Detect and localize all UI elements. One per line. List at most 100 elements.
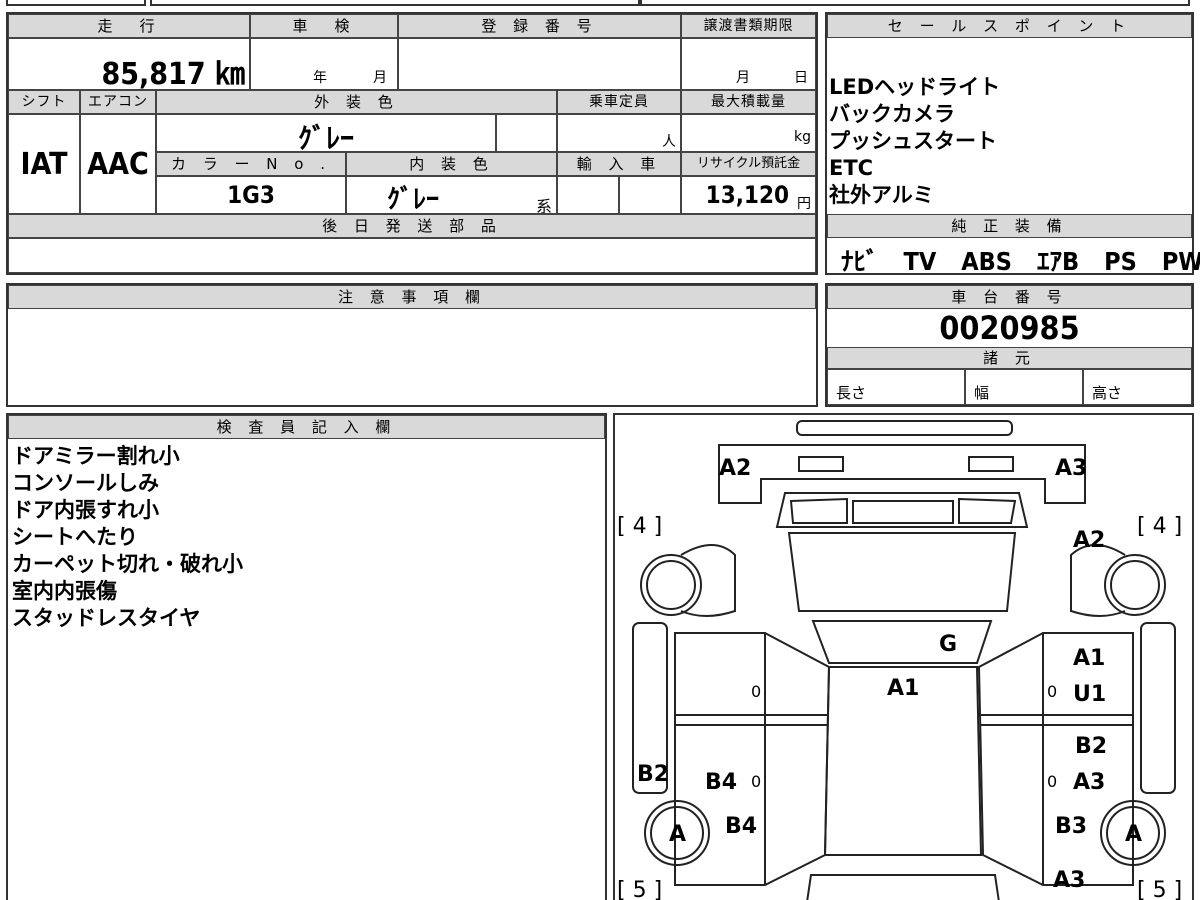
- rear-glass-mid: [852, 500, 954, 524]
- recycle-unit: 円: [797, 196, 811, 212]
- sales-point-item: LEDヘッドライト: [829, 75, 1001, 99]
- registration-cell: [398, 38, 681, 90]
- max-load-unit: kg: [794, 129, 811, 145]
- import-header: 輸 入 車: [557, 152, 681, 176]
- exterior-color-cell: ｸﾞﾚｰ: [156, 114, 496, 152]
- sales-point-item: 社外アルミ: [829, 183, 934, 207]
- label-bracket-5-left: [ 5 ]: [617, 878, 662, 900]
- mirror-right-slot: [968, 456, 1014, 472]
- sales-point-box: セ ー ル ス ポ イ ン ト LEDヘッドライト バックカメラ プッシュスター…: [825, 12, 1200, 276]
- interior-color-header: 内 装 色: [346, 152, 557, 176]
- aircon-value: AAC: [87, 147, 149, 182]
- mileage-cell: 85,817 ㎞: [8, 38, 250, 90]
- label-u1-right: U1: [1073, 682, 1106, 707]
- length-label: 長さ: [836, 384, 867, 402]
- right-side-body: [977, 632, 1134, 886]
- chassis-no-value: 0020985: [939, 309, 1080, 347]
- label-a1-right: A1: [1073, 646, 1105, 671]
- aircon-cell: AAC: [80, 114, 156, 214]
- label-a3-bottom-right: A3: [1053, 868, 1085, 893]
- genuine-equipment-value: ﾅﾋﾞ TV ABS ｴｱB PS PW: [841, 247, 1200, 276]
- later-parts-cell: [8, 238, 816, 273]
- genuine-equipment-header: 純 正 装 備: [827, 214, 1192, 238]
- specs-header: 諸 元: [827, 347, 1192, 369]
- label-a3-top-right: A3: [1055, 456, 1087, 481]
- interior-color-cell: ｸﾞﾚｰ 系: [346, 176, 557, 214]
- label-b2-left: B2: [637, 762, 669, 787]
- interior-color-suffix: 系: [535, 197, 552, 214]
- sales-point-item: プッシュスタート: [829, 129, 997, 153]
- label-bracket-4-right: [ 4 ]: [1137, 514, 1182, 539]
- shaken-header: 車 検: [250, 14, 398, 38]
- notes-box: 注 意 事 項 欄: [6, 283, 818, 407]
- label-zero-left-2: 0: [751, 772, 761, 791]
- shift-value: IAT: [20, 147, 68, 182]
- label-a2-right: A2: [1073, 528, 1105, 553]
- inspector-box: 検 査 員 記 入 欄 ドアミラー割れ小 コンソールしみ ドア内張すれ小 シート…: [6, 413, 607, 900]
- inspector-note: 室内内張傷: [12, 579, 117, 603]
- deadline-day-label: 日: [794, 70, 808, 86]
- max-load-cell: kg: [681, 114, 816, 152]
- right-rear-wheel: [1104, 554, 1166, 616]
- inspector-note: コンソールしみ: [12, 471, 159, 495]
- label-a2-left: A2: [719, 456, 751, 481]
- right-rear-wheel-inner: [1110, 560, 1160, 610]
- mileage-value: 85,817 ㎞: [101, 57, 245, 90]
- sales-point-list: LEDヘッドライト バックカメラ プッシュスタート ETC 社外アルミ: [829, 74, 1000, 209]
- label-bracket-5-right: [ 5 ]: [1137, 878, 1182, 900]
- exterior-color-value: ｸﾞﾚｰ: [297, 122, 354, 152]
- exterior-color-header: 外 装 色: [156, 90, 557, 114]
- width-label: 幅: [974, 384, 990, 402]
- label-zero-right-2: 0: [1047, 772, 1057, 791]
- capacity-cell: 人: [557, 114, 681, 152]
- sales-point-item: ETC: [829, 156, 874, 180]
- inspector-note: ドアミラー割れ小: [12, 444, 180, 468]
- capacity-unit: 人: [662, 134, 676, 150]
- top-strip-right: [640, 0, 1190, 6]
- color-no-value: 1G3: [227, 181, 275, 209]
- rear-glass-right: [958, 497, 1017, 524]
- mileage-header: 走 行: [8, 14, 250, 38]
- roof-panel: [787, 532, 1017, 612]
- label-a3-right: A3: [1073, 770, 1105, 795]
- label-b4-left-a: B4: [705, 770, 737, 795]
- inspector-note: スタッドレスタイヤ: [12, 606, 201, 630]
- interior-color-value: ｸﾞﾚｰ: [387, 185, 440, 214]
- shift-cell: IAT: [8, 114, 80, 214]
- label-a1-center: A1: [887, 676, 919, 701]
- top-strip-left: [6, 0, 146, 6]
- label-b3-right: B3: [1055, 814, 1087, 839]
- label-g: G: [939, 632, 957, 657]
- front-grille: [806, 874, 1000, 900]
- car-diagram-box: A2 A3 A2 [ 4 ] [ 4 ] G A1 A1 U1 0 0 B2 A…: [613, 413, 1194, 900]
- height-label: 高さ: [1092, 384, 1123, 402]
- registration-header: 登 録 番 号: [398, 14, 681, 38]
- later-parts-header: 後 日 発 送 部 品: [8, 214, 816, 238]
- import-cell-a: [557, 176, 619, 214]
- inspector-note: カーペット切れ・破れ小: [12, 552, 243, 576]
- deadline-cell: 月 日: [681, 38, 816, 90]
- left-rear-quarter: [680, 544, 736, 617]
- rear-bumper-strip: [796, 420, 1013, 436]
- import-cell-b: [619, 176, 681, 214]
- right-rear-quarter: [1070, 544, 1126, 617]
- shaken-year-label: 年: [313, 70, 327, 86]
- label-zero-left-1: 0: [751, 682, 761, 701]
- length-cell: 長さ: [827, 369, 965, 405]
- inspector-header: 検 査 員 記 入 欄: [8, 415, 605, 439]
- label-zero-right-1: 0: [1047, 682, 1057, 701]
- car-diagram: A2 A3 A2 [ 4 ] [ 4 ] G A1 A1 U1 0 0 B2 A…: [617, 420, 1182, 900]
- top-strip-mid: [150, 0, 640, 6]
- right-sill: [1140, 622, 1176, 794]
- shift-header: シフト: [8, 90, 80, 114]
- color-no-cell: 1G3: [156, 176, 346, 214]
- shaken-month-label: 月: [373, 70, 387, 86]
- chassis-no-header: 車 台 番 号: [827, 285, 1192, 309]
- left-rear-wheel: [640, 554, 702, 616]
- left-rear-wheel-inner: [646, 560, 696, 610]
- deadline-month-label: 月: [736, 70, 750, 86]
- shaken-cell: 年 月: [250, 38, 398, 90]
- label-b2-right: B2: [1075, 734, 1107, 759]
- sales-point-item: バックカメラ: [829, 102, 955, 126]
- recycle-header: リサイクル預託金: [681, 152, 816, 176]
